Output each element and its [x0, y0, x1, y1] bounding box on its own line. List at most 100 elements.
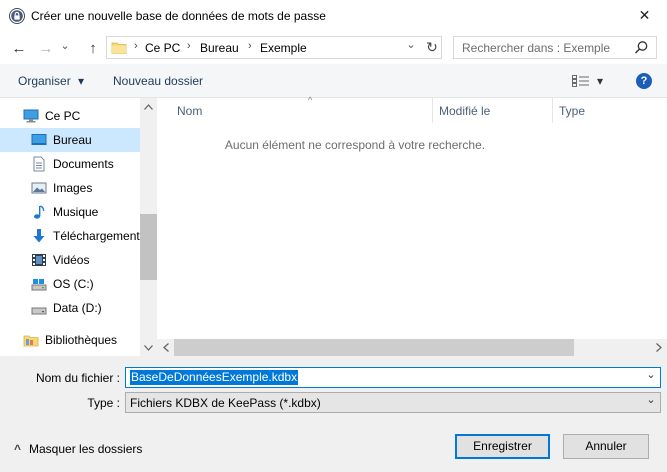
hide-folders-label: Masquer les dossiers — [29, 442, 143, 456]
caret-up-icon — [144, 103, 153, 110]
sidebar-item-label: Bureau — [53, 133, 92, 147]
title-bar: Créer une nouvelle base de données de mo… — [0, 0, 667, 32]
refresh-icon: ↻ — [426, 39, 438, 55]
details-view-icon — [572, 75, 589, 87]
caret-down-icon — [144, 344, 153, 351]
column-label: Modifié le — [439, 103, 491, 118]
scroll-up-arrow[interactable] — [140, 98, 157, 115]
filename-label: Nom du fichier : — [35, 371, 120, 385]
filename-value[interactable]: BaseDeDonnéesExemple.kdbx — [130, 370, 299, 385]
search-input[interactable] — [454, 37, 632, 58]
file-type-select[interactable]: Fichiers KDBX de KeePass (*.kdbx) ⌄ — [125, 392, 661, 413]
sidebar-item-label: Téléchargement — [53, 229, 140, 243]
desktop-icon — [31, 134, 47, 145]
scroll-down-arrow[interactable] — [140, 339, 157, 356]
save-form-panel: Nom du fichier : BaseDeDonnéesExemple.kd… — [0, 356, 667, 472]
breadcrumb-exemple[interactable]: Exemple — [260, 41, 307, 55]
organize-label: Organiser — [18, 74, 71, 88]
caret-down-icon: ▾ — [78, 74, 85, 88]
refresh-button[interactable]: ↻ — [421, 37, 442, 58]
back-arrow-icon: ← — [11, 39, 27, 57]
downloads-icon — [33, 229, 45, 243]
change-view-button[interactable]: ▾ — [572, 74, 603, 88]
sidebar-item-label: Documents — [53, 157, 114, 171]
column-label: Nom — [177, 103, 203, 118]
sidebar-item-bibliotheques[interactable]: Bibliothèques — [0, 328, 140, 352]
forward-arrow-icon: → — [38, 39, 54, 57]
column-label: Type — [559, 103, 586, 118]
window-title: Créer une nouvelle base de données de mo… — [31, 9, 326, 23]
address-dropdown-button[interactable]: ⌄ — [402, 37, 420, 58]
breadcrumb-separator[interactable]: › — [248, 40, 252, 52]
sidebar-item-label: OS (C:) — [53, 277, 94, 291]
caret-right-icon — [655, 343, 662, 352]
sidebar-item-ce-pc[interactable]: Ce PC — [0, 104, 140, 128]
file-list[interactable]: Nom ^ Modifié le Type Aucun élément ne c… — [157, 95, 667, 356]
back-button[interactable]: ← — [8, 38, 30, 58]
empty-list-message: Aucun élément ne correspond à votre rech… — [224, 138, 486, 152]
column-header-modifie-le[interactable]: Modifié le — [433, 98, 553, 123]
computer-icon — [23, 109, 39, 123]
caret-left-icon — [162, 343, 169, 352]
sort-ascending-icon: ^ — [308, 95, 313, 105]
caret-down-icon: ▾ — [597, 74, 604, 88]
sidebar-item-label: Bibliothèques — [45, 333, 118, 347]
type-label: Type : — [87, 396, 120, 410]
documents-icon — [33, 156, 45, 172]
organize-button[interactable]: Organiser ▾ — [18, 74, 84, 88]
music-icon — [34, 205, 45, 219]
sidebar-item-bureau[interactable]: Bureau — [0, 128, 140, 152]
pictures-icon — [31, 182, 47, 194]
column-header-type[interactable]: Type — [553, 98, 667, 123]
recent-locations-button[interactable]: ⌄ — [58, 38, 72, 58]
scroll-thumb[interactable] — [174, 339, 574, 356]
filename-dropdown-button[interactable]: ⌄ — [644, 369, 658, 385]
forward-button[interactable]: → — [35, 38, 57, 58]
sidebar-item-label: Musique — [53, 205, 99, 219]
scroll-left-arrow[interactable] — [157, 339, 174, 356]
search-box[interactable] — [453, 36, 657, 59]
sidebar-item-label: Ce PC — [45, 109, 81, 123]
scroll-thumb[interactable] — [140, 214, 157, 280]
sidebar-item-musique[interactable]: Musique — [0, 200, 140, 224]
file-type-value: Fichiers KDBX de KeePass (*.kdbx) — [130, 396, 321, 410]
scroll-right-arrow[interactable] — [650, 339, 667, 356]
chevron-down-icon: ⌄ — [60, 39, 70, 52]
chevron-down-icon: ⌄ — [646, 369, 656, 381]
up-button[interactable]: ↑ — [82, 38, 104, 58]
breadcrumb-bureau[interactable]: Bureau — [200, 41, 239, 55]
drive-icon — [31, 307, 47, 315]
file-type-dropdown-button[interactable]: ⌄ — [644, 394, 658, 410]
videos-icon — [32, 254, 46, 266]
command-toolbar: Organiser ▾ Nouveau dossier ▾ ? — [0, 64, 667, 98]
save-button[interactable]: Enregistrer — [455, 434, 550, 459]
sidebar-item-images[interactable]: Images — [0, 176, 140, 200]
sidebar-item-telechargement[interactable]: Téléchargement — [0, 224, 140, 248]
search-icon — [634, 41, 648, 54]
cancel-button[interactable]: Annuler — [563, 434, 649, 459]
column-header-nom[interactable]: Nom ^ — [171, 95, 433, 123]
sidebar-item-documents[interactable]: Documents — [0, 152, 140, 176]
chevron-down-icon: ⌄ — [646, 394, 656, 406]
close-icon: ✕ — [638, 6, 651, 23]
breadcrumb-ce-pc[interactable]: Ce PC — [145, 41, 180, 55]
hide-folders-button[interactable]: ^ Masquer les dossiers — [14, 442, 142, 456]
chevron-down-icon: ⌄ — [406, 39, 416, 51]
sidebar-item-os-c[interactable]: OS (C:) — [0, 272, 140, 296]
sidebar-item-videos[interactable]: Vidéos — [0, 248, 140, 272]
keepass-lock-icon — [9, 8, 25, 24]
sidebar-item-label: Vidéos — [53, 253, 90, 267]
up-arrow-icon: ↑ — [89, 39, 97, 57]
breadcrumb-separator[interactable]: › — [187, 40, 191, 52]
close-button[interactable]: ✕ — [622, 0, 667, 30]
sidebar-item-data-d[interactable]: Data (D:) — [0, 296, 140, 320]
navigation-scrollbar[interactable] — [140, 98, 157, 356]
help-button[interactable]: ? — [636, 73, 652, 89]
horizontal-scrollbar[interactable] — [157, 339, 667, 356]
breadcrumb-separator[interactable]: › — [134, 40, 138, 52]
new-folder-button[interactable]: Nouveau dossier — [113, 74, 203, 88]
navigation-pane: Ce PC Bureau Documents Images Musique Té… — [0, 98, 157, 356]
filename-field[interactable]: BaseDeDonnéesExemple.kdbx ⌄ — [125, 367, 661, 388]
address-bar[interactable]: › Ce PC › Bureau › Exemple ⌄ ↻ — [106, 36, 442, 59]
libraries-icon — [23, 335, 39, 347]
